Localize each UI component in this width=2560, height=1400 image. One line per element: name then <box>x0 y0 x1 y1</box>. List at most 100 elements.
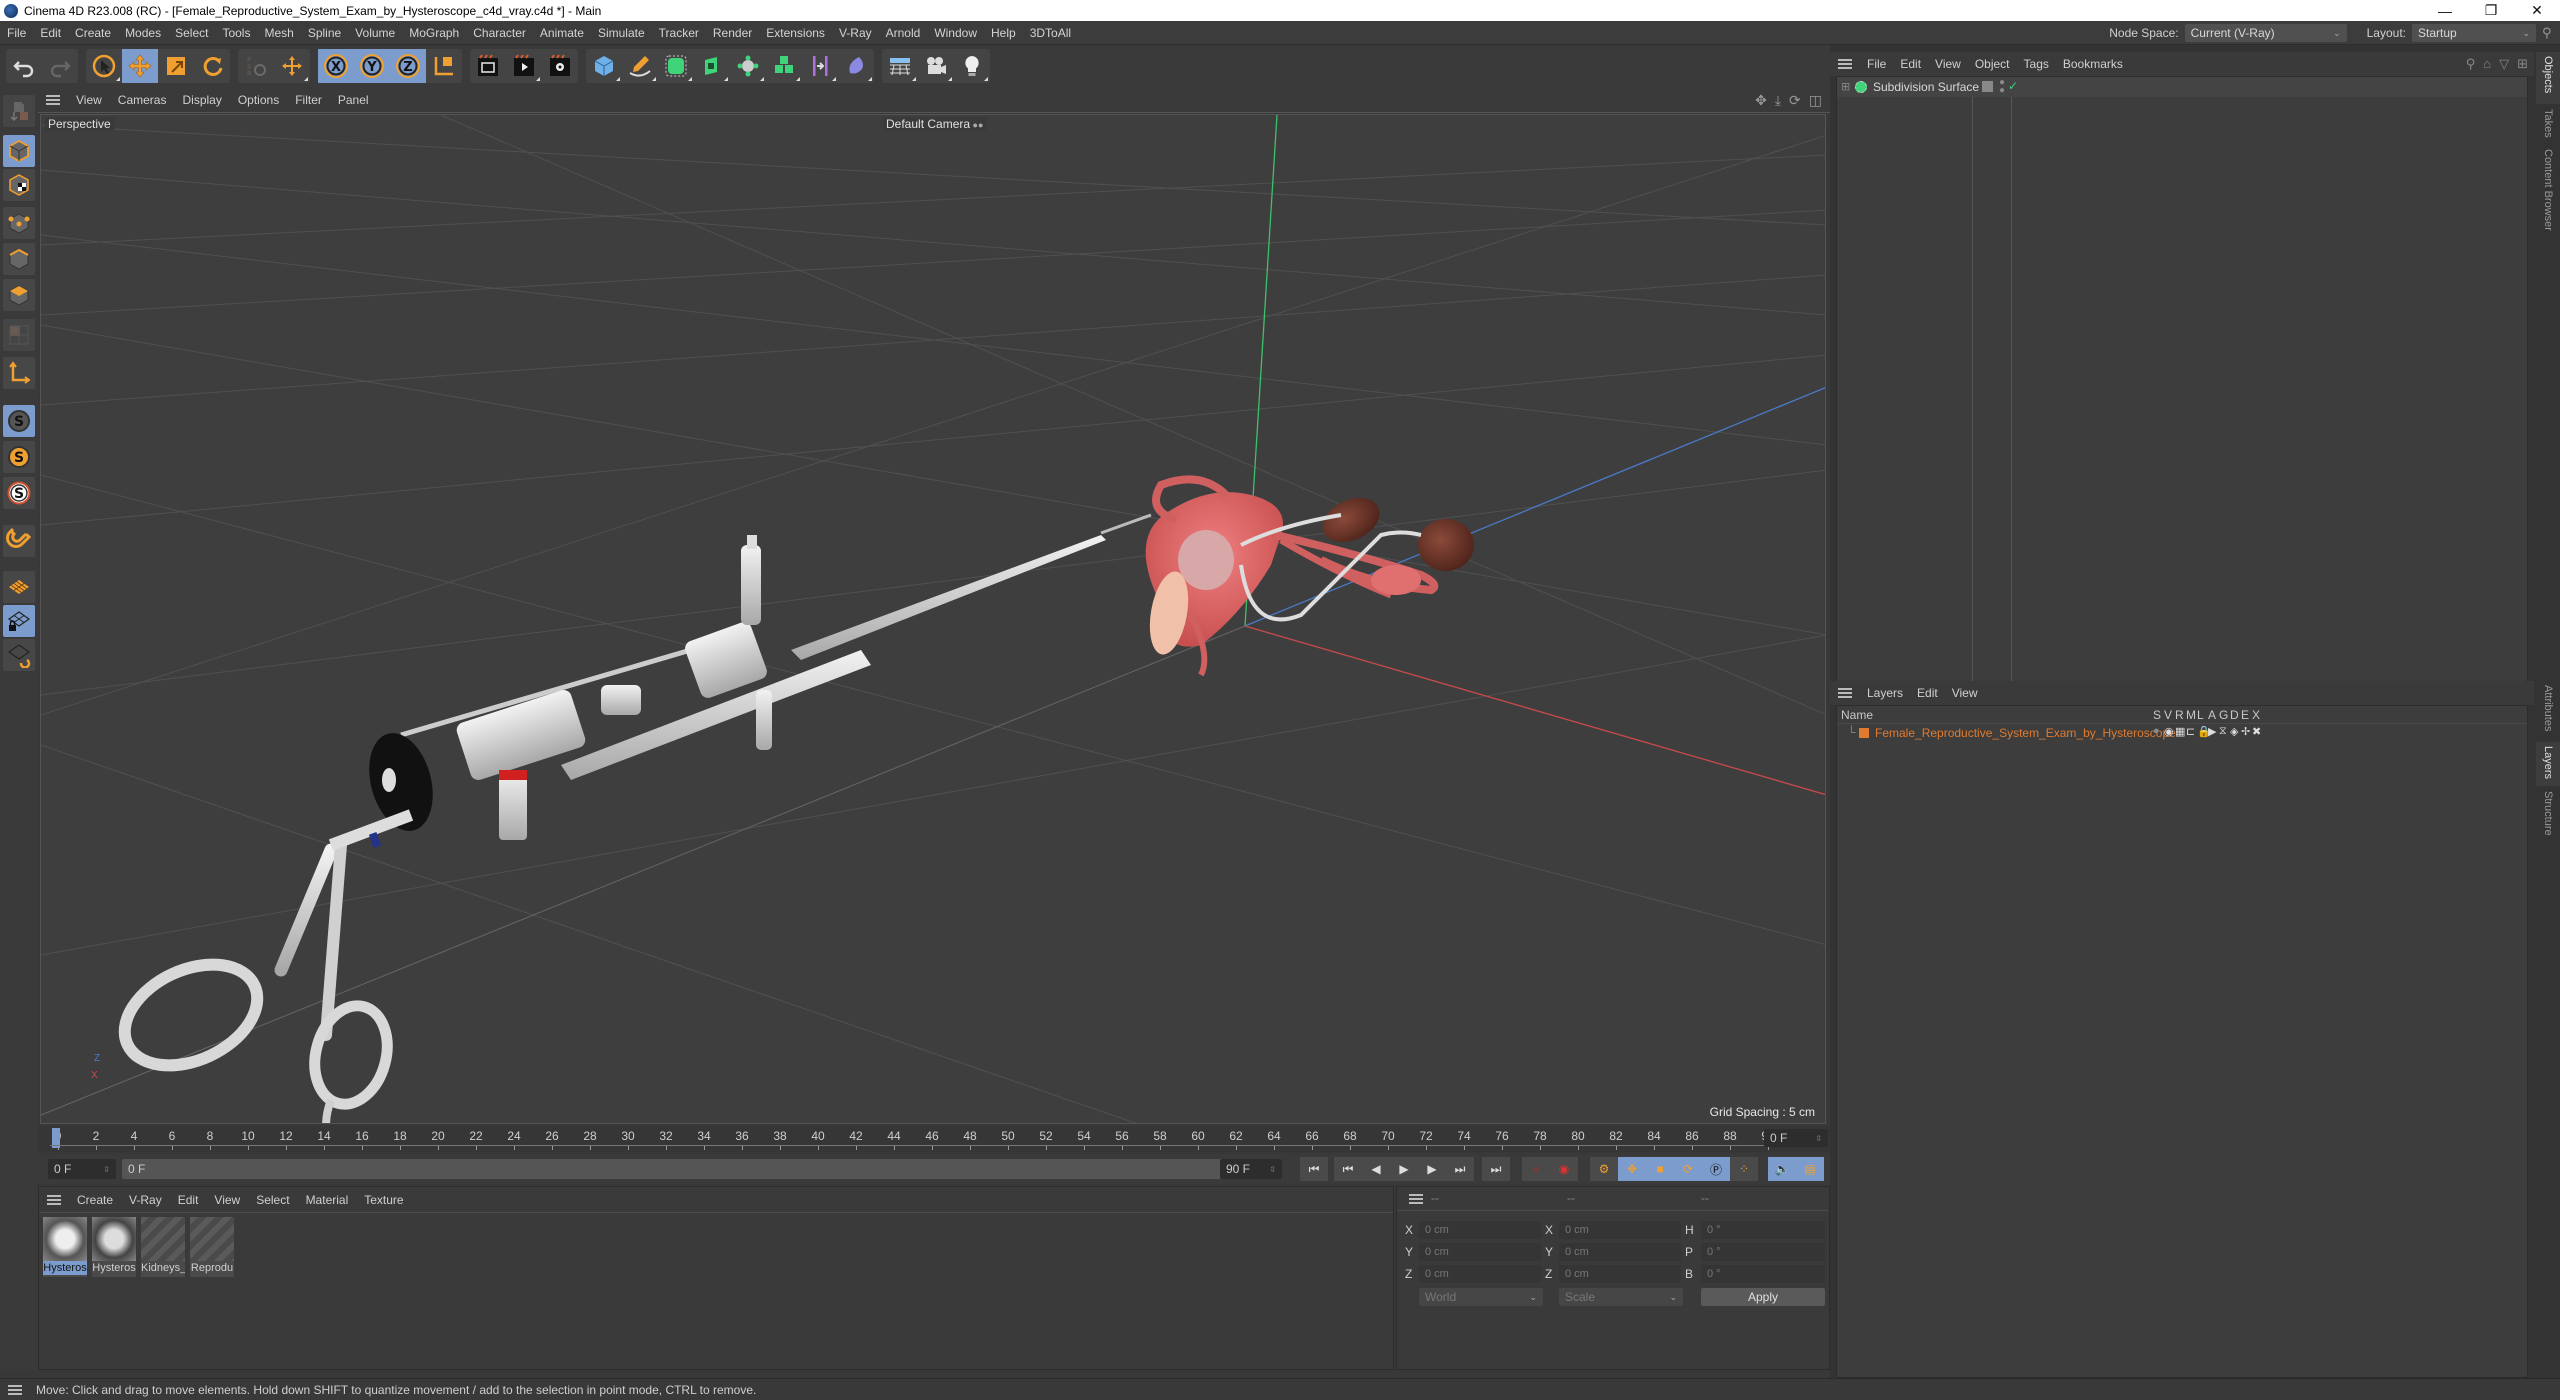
model-mode-icon[interactable] <box>3 95 35 127</box>
current-frame-field[interactable]: 0 F ⇳ <box>1764 1129 1828 1147</box>
z-axis-icon[interactable]: Z <box>390 49 426 83</box>
axis-mode-icon[interactable] <box>3 357 35 389</box>
layer-column-s[interactable]: S <box>2153 708 2164 722</box>
minimize-button[interactable]: — <box>2422 0 2468 21</box>
menu-mograph[interactable]: MoGraph <box>402 21 466 45</box>
sound-icon[interactable]: 🔈 <box>1768 1157 1796 1181</box>
apply-button[interactable]: Apply <box>1701 1288 1825 1306</box>
menu-spline[interactable]: Spline <box>301 21 348 45</box>
snap-icon[interactable]: S <box>3 405 35 437</box>
pen-icon[interactable] <box>622 49 658 83</box>
edges-mode-icon[interactable] <box>3 243 35 275</box>
viewport-menu-view[interactable]: View <box>68 93 110 107</box>
size-y-field[interactable]: 0 cm <box>1559 1243 1681 1261</box>
object-menu-bookmarks[interactable]: Bookmarks <box>2056 57 2130 71</box>
layer-column-a[interactable]: A <box>2208 708 2219 722</box>
manager-icon[interactable]: ⊏ <box>2186 725 2197 738</box>
layer-row[interactable]: └ Female_Reproductive_System_Exam_by_Hys… <box>1837 724 2527 742</box>
parameter-key-icon[interactable]: Ⓟ <box>1702 1157 1730 1181</box>
size-z-field[interactable]: 0 cm <box>1559 1265 1681 1283</box>
close-button[interactable]: ✕ <box>2514 0 2560 21</box>
menu-modes[interactable]: Modes <box>118 21 168 45</box>
layer-column-m[interactable]: M <box>2186 708 2197 722</box>
pos-y-field[interactable]: 0 cm <box>1419 1243 1541 1261</box>
uv-mode-icon[interactable] <box>3 319 35 351</box>
menu-tracker[interactable]: Tracker <box>652 21 706 45</box>
tab-takes[interactable]: Takes <box>2536 105 2560 147</box>
material-swatch[interactable]: Reprodu <box>190 1217 234 1277</box>
layer-tag-icon[interactable] <box>1982 81 1993 92</box>
position-key-icon[interactable]: ✥ <box>1618 1157 1646 1181</box>
record-keys-icon[interactable]: ● <box>1522 1157 1550 1181</box>
material-menu-select[interactable]: Select <box>248 1193 297 1207</box>
material-swatch[interactable]: Hysteros <box>92 1217 136 1277</box>
locked-workplane-icon[interactable] <box>3 605 35 637</box>
tab-layers[interactable]: Layers <box>2536 742 2560 786</box>
rot-b-field[interactable]: 0 ° <box>1701 1265 1825 1283</box>
rotate-view-icon[interactable]: ⟳ <box>1789 92 1801 109</box>
workplane-rotate-icon[interactable] <box>3 639 35 671</box>
coordinate-system-icon[interactable] <box>426 49 462 83</box>
timeline-icon[interactable]: ▤ <box>1796 1157 1824 1181</box>
layer-column-l[interactable]: L <box>2197 708 2208 722</box>
menu-tools[interactable]: Tools <box>215 21 257 45</box>
next-frame-icon[interactable]: ▶ <box>1418 1157 1446 1181</box>
camera-label[interactable]: Default Camera ●● <box>883 117 987 131</box>
layer-menu-layers[interactable]: Layers <box>1860 686 1910 700</box>
node-space-dropdown[interactable]: Current (V-Ray) ⌄ <box>2184 24 2347 42</box>
pos-z-field[interactable]: 0 cm <box>1419 1265 1541 1283</box>
frame-range-slider[interactable]: 0 F 90 F <box>122 1159 1282 1179</box>
psr-icon[interactable]: PSR <box>238 49 274 83</box>
menu-edit[interactable]: Edit <box>33 21 68 45</box>
array-icon[interactable] <box>766 49 802 83</box>
search-icon[interactable]: ⚲ <box>2466 56 2476 72</box>
material-menu-view[interactable]: View <box>206 1193 248 1207</box>
object-mode-icon[interactable] <box>3 135 35 167</box>
hamburger-menu-icon[interactable] <box>1838 59 1852 69</box>
menu-vray[interactable]: V-Ray <box>832 21 879 45</box>
snap-enable-icon[interactable]: S <box>3 477 35 509</box>
previous-key-icon[interactable]: ⏮ <box>1334 1157 1362 1181</box>
hamburger-menu-icon[interactable] <box>8 1384 22 1395</box>
layer-column-g[interactable]: G <box>2219 708 2230 722</box>
object-menu-object[interactable]: Object <box>1968 57 2017 71</box>
live-selection-icon[interactable] <box>86 49 122 83</box>
go-to-start-icon[interactable]: ⏮ <box>1300 1157 1328 1181</box>
viewport-menu-panel[interactable]: Panel <box>330 93 377 107</box>
workplane-icon[interactable] <box>3 571 35 603</box>
tab-content-browser[interactable]: Content Browser <box>2536 145 2560 245</box>
tab-structure[interactable]: Structure <box>2536 787 2560 847</box>
layer-column-e[interactable]: E <box>2241 708 2252 722</box>
animation-play-icon[interactable]: ▶ <box>2208 725 2219 738</box>
texture-mode-icon[interactable] <box>3 169 35 201</box>
timeline-ruler[interactable]: 0246810121416182022242628303234363840424… <box>38 1126 1830 1152</box>
render-settings-icon[interactable] <box>542 49 578 83</box>
object-name[interactable]: Subdivision Surface <box>1873 80 1979 94</box>
object-menu-view[interactable]: View <box>1928 57 1968 71</box>
layer-column-x[interactable]: X <box>2252 708 2263 722</box>
points-mode-icon[interactable] <box>3 207 35 239</box>
viewport-menu-cameras[interactable]: Cameras <box>110 93 175 107</box>
autokey-icon[interactable]: ◉ <box>1550 1157 1578 1181</box>
object-menu-tags[interactable]: Tags <box>2017 57 2056 71</box>
deformers-icon[interactable]: ◈ <box>2230 725 2241 738</box>
visibility-dots-icon[interactable]: ● ● <box>1999 78 2005 96</box>
viewport-menu-display[interactable]: Display <box>174 93 229 107</box>
menu-character[interactable]: Character <box>466 21 533 45</box>
search-icon[interactable]: ⚲ <box>2542 25 2560 41</box>
transform-icon[interactable] <box>274 49 310 83</box>
menu-volume[interactable]: Volume <box>348 21 402 45</box>
menu-3dtoall[interactable]: 3DToAll <box>1023 21 1078 45</box>
filter-icon[interactable]: ▽ <box>2499 56 2509 72</box>
snap-settings-icon[interactable]: S <box>3 441 35 473</box>
menu-simulate[interactable]: Simulate <box>591 21 652 45</box>
layer-color-swatch[interactable] <box>1859 728 1869 738</box>
menu-animate[interactable]: Animate <box>533 21 591 45</box>
light-icon[interactable] <box>954 49 990 83</box>
move-icon[interactable] <box>122 49 158 83</box>
hamburger-menu-icon[interactable] <box>47 1194 61 1205</box>
layer-menu-view[interactable]: View <box>1945 686 1985 700</box>
subdivision-surface-icon[interactable] <box>658 49 694 83</box>
point-level-icon[interactable]: ⁘ <box>1730 1157 1758 1181</box>
y-axis-icon[interactable]: Y <box>354 49 390 83</box>
